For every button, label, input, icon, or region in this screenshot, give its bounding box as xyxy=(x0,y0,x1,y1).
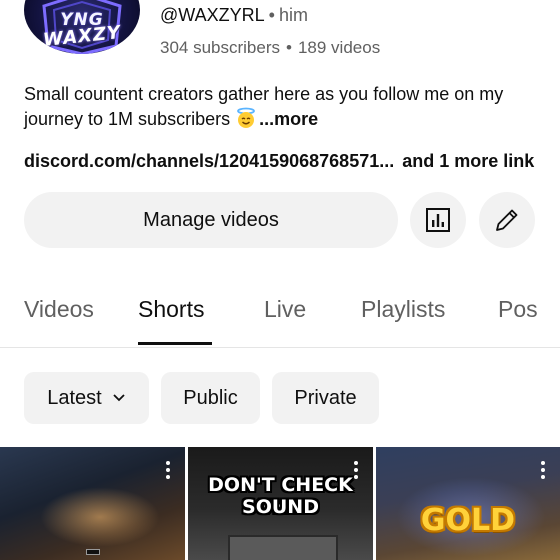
subscriber-count: 304 subscribers xyxy=(160,38,281,57)
channel-description[interactable]: Small countent creators gather here as y… xyxy=(24,82,544,132)
short-thumbnail[interactable]: DON'T CHECK THE SOUND xyxy=(188,447,373,560)
thumbnail-caption-line2: SOUND xyxy=(242,496,319,518)
channel-avatar[interactable]: YNG WAXZY xyxy=(24,0,140,54)
more-options-icon[interactable] xyxy=(165,461,171,481)
tab-posts[interactable]: Pos xyxy=(498,296,538,323)
short-thumbnail[interactable]: GOLD xyxy=(376,447,560,560)
manage-videos-label: Manage videos xyxy=(143,208,279,231)
thumbnail-glow xyxy=(40,487,160,547)
tab-playlists[interactable]: Playlists xyxy=(361,296,445,323)
thumbnail-caption: GOLD xyxy=(420,503,516,538)
more-options-icon[interactable] xyxy=(540,461,546,481)
filter-private-chip[interactable]: Private xyxy=(272,372,379,424)
thumbnail-overlay-tag xyxy=(86,549,100,555)
manage-videos-button[interactable]: Manage videos xyxy=(24,192,398,248)
channel-tabs: Videos Shorts Live Playlists Pos xyxy=(0,280,560,348)
filter-private-label: Private xyxy=(294,386,357,409)
filter-public-label: Public xyxy=(183,386,238,409)
analytics-icon xyxy=(426,208,450,232)
more-links[interactable]: and 1 more link xyxy=(402,151,534,171)
edit-channel-button[interactable] xyxy=(479,192,535,248)
active-tab-indicator xyxy=(138,342,212,345)
tab-live[interactable]: Live xyxy=(264,296,306,323)
channel-stats: 304 subscribers • 189 videos xyxy=(160,38,380,58)
tab-videos[interactable]: Videos xyxy=(24,296,94,323)
sort-latest-label: Latest xyxy=(47,386,102,409)
more-options-icon[interactable] xyxy=(353,461,359,481)
channel-handle-line: @WAXZYRL • him xyxy=(160,5,308,26)
short-thumbnail[interactable] xyxy=(0,447,185,560)
sort-latest-chip[interactable]: Latest xyxy=(24,372,149,424)
pencil-icon xyxy=(496,209,518,231)
filter-public-chip[interactable]: Public xyxy=(161,372,260,424)
channel-links[interactable]: discord.com/channels/1204159068768571...… xyxy=(24,151,534,172)
channel-handle: @WAXZYRL xyxy=(160,5,265,25)
thumbnail-monitor xyxy=(228,535,338,560)
smiling-face-with-halo-emoji-icon xyxy=(237,107,255,128)
tab-shorts[interactable]: Shorts xyxy=(138,296,204,323)
video-count: 189 videos xyxy=(297,38,381,57)
channel-pronoun: him xyxy=(278,5,308,25)
separator-dot: • xyxy=(268,5,275,25)
chevron-down-icon xyxy=(112,393,126,403)
separator-dot: • xyxy=(286,38,292,57)
analytics-button[interactable] xyxy=(410,192,466,248)
description-more-link[interactable]: ...more xyxy=(259,109,318,129)
channel-link[interactable]: discord.com/channels/1204159068768571... xyxy=(24,151,394,171)
